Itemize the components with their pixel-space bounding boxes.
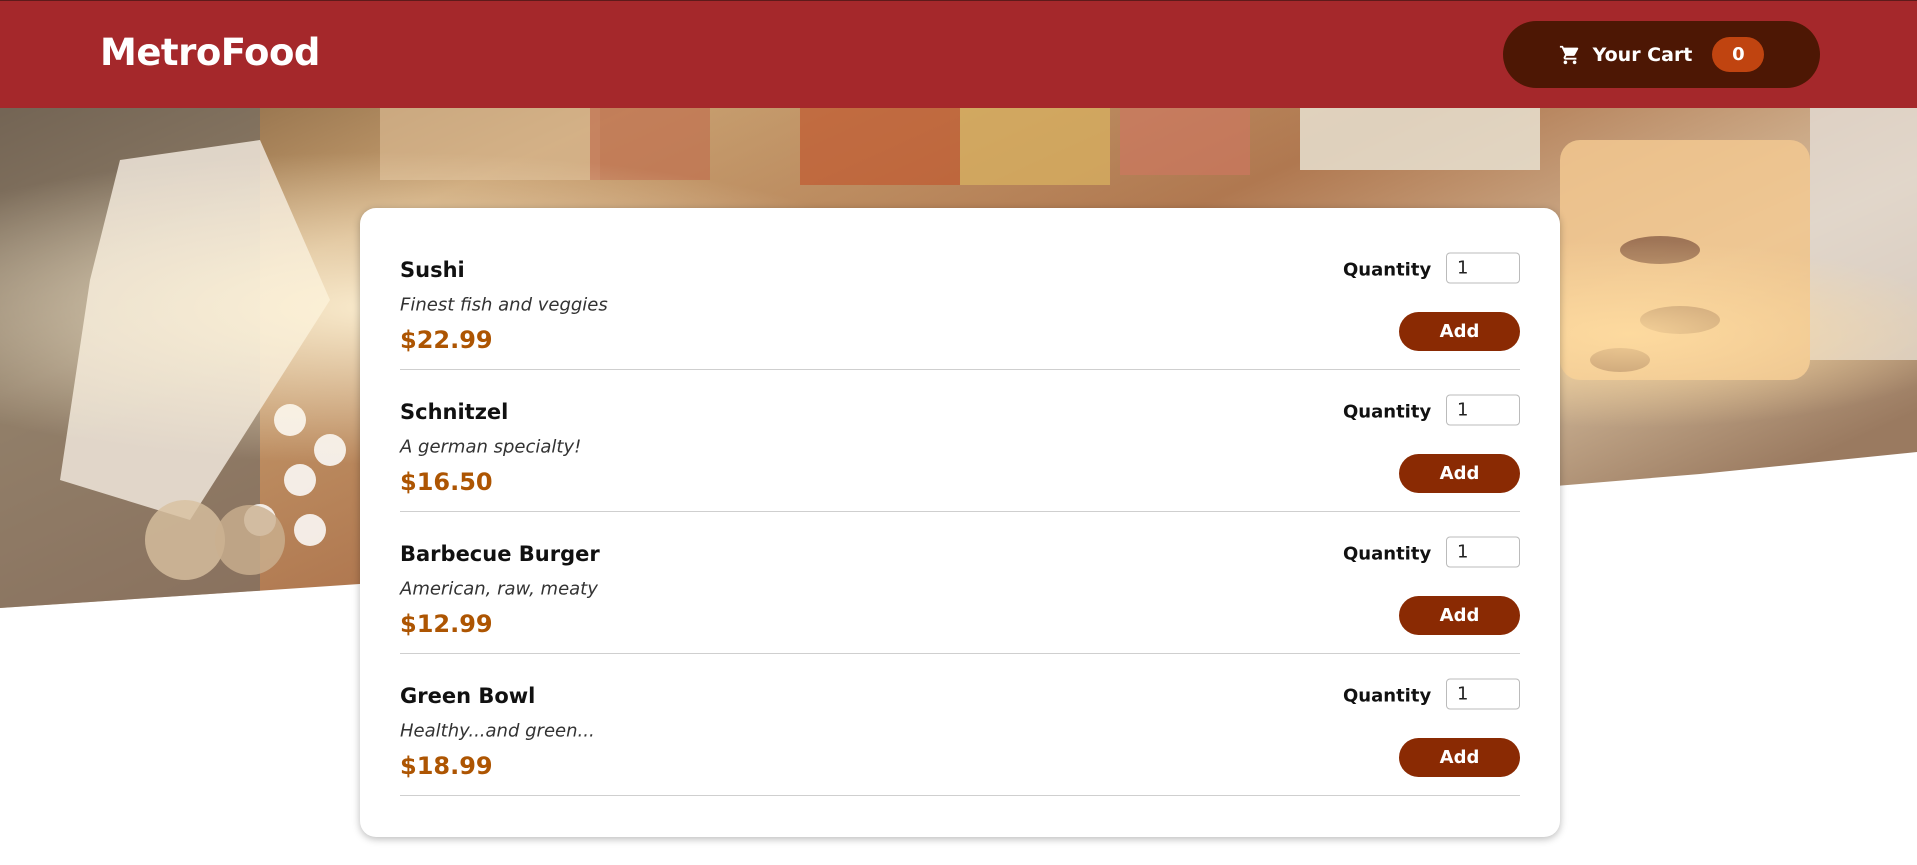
quantity-label: Quantity <box>1343 543 1432 565</box>
meal-item: Barbecue Burger American, raw, meaty $12… <box>400 512 1520 654</box>
cart-button[interactable]: Your Cart 0 <box>1503 21 1820 88</box>
meal-item: Sushi Finest fish and veggies $22.99 Qua… <box>400 228 1520 370</box>
quantity-input[interactable] <box>1446 678 1520 710</box>
meal-price: $12.99 <box>400 610 493 638</box>
meal-price: $22.99 <box>400 326 493 354</box>
add-to-cart-button[interactable]: Add <box>1399 738 1520 777</box>
meal-name: Sushi <box>400 258 465 282</box>
quantity-label: Quantity <box>1343 259 1432 281</box>
shopping-cart-icon <box>1559 44 1581 66</box>
quantity-label: Quantity <box>1343 401 1432 423</box>
meal-description: American, raw, meaty <box>400 578 598 600</box>
meal-description: A german specialty! <box>400 436 582 458</box>
cart-label: Your Cart <box>1592 43 1693 66</box>
brand-logo[interactable]: MetroFood <box>100 31 320 74</box>
meal-description: Finest fish and veggies <box>400 294 608 316</box>
meal-item: Schnitzel A german specialty! $16.50 Qua… <box>400 370 1520 512</box>
quantity-input[interactable] <box>1446 394 1520 426</box>
cart-count-badge: 0 <box>1712 37 1765 72</box>
menu-card: Sushi Finest fish and veggies $22.99 Qua… <box>360 208 1560 837</box>
meal-price: $16.50 <box>400 468 493 496</box>
meal-name: Green Bowl <box>400 684 536 708</box>
quantity-input[interactable] <box>1446 252 1520 284</box>
meal-name: Barbecue Burger <box>400 542 600 566</box>
add-to-cart-button[interactable]: Add <box>1399 454 1520 493</box>
meal-item: Green Bowl Healthy...and green... $18.99… <box>400 654 1520 796</box>
site-header: MetroFood Your Cart 0 <box>0 0 1917 108</box>
quantity-label: Quantity <box>1343 685 1432 707</box>
add-to-cart-button[interactable]: Add <box>1399 312 1520 351</box>
meal-price: $18.99 <box>400 752 493 780</box>
meal-name: Schnitzel <box>400 400 509 424</box>
meal-description: Healthy...and green... <box>400 720 595 742</box>
quantity-input[interactable] <box>1446 536 1520 568</box>
add-to-cart-button[interactable]: Add <box>1399 596 1520 635</box>
